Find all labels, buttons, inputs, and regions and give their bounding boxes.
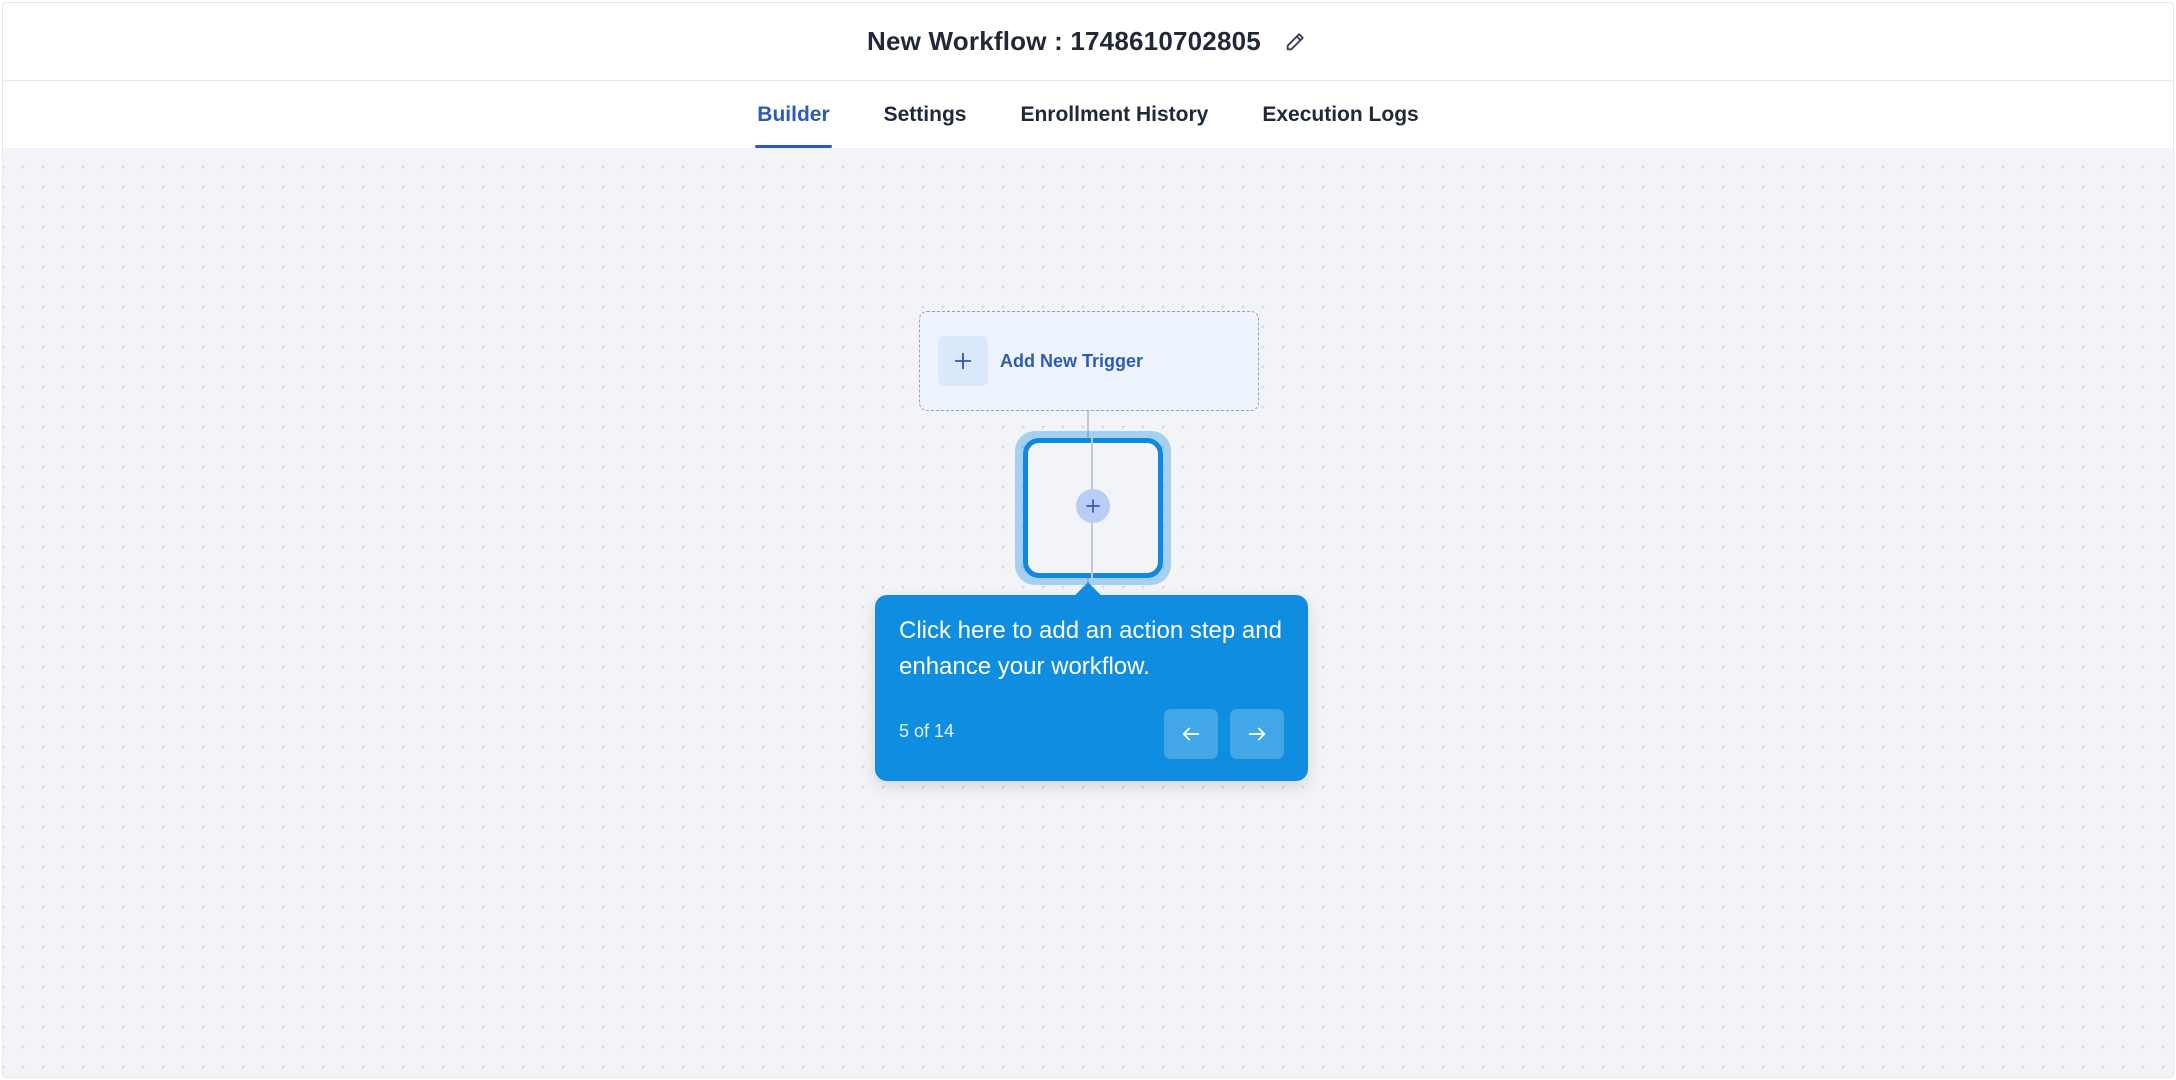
tooltip-arrow bbox=[1075, 582, 1101, 608]
tab-execution-logs[interactable]: Execution Logs bbox=[1260, 82, 1420, 148]
arrow-left-icon bbox=[1182, 727, 1200, 741]
title-bar: New Workflow : 1748610702805 bbox=[3, 3, 2173, 81]
pencil-icon[interactable] bbox=[1281, 28, 1309, 56]
tab-settings[interactable]: Settings bbox=[882, 82, 969, 148]
tab-builder-label: Builder bbox=[757, 103, 830, 126]
tour-step-counter: 5 of 14 bbox=[899, 721, 955, 741]
tab-enrollment-history-label: Enrollment History bbox=[1020, 103, 1209, 126]
tooltip-message: Click here to add an action step and enh… bbox=[899, 617, 1282, 680]
tour-navigation bbox=[1164, 709, 1284, 759]
tour-tooltip: Click here to add an action step and enh… bbox=[875, 582, 1308, 781]
tab-execution-logs-label: Execution Logs bbox=[1262, 103, 1419, 126]
action-step-highlight bbox=[1023, 438, 1163, 578]
plus-icon bbox=[938, 336, 988, 386]
tab-enrollment-history[interactable]: Enrollment History bbox=[1018, 82, 1210, 148]
add-trigger-card[interactable]: Add New Trigger bbox=[919, 311, 1259, 411]
tab-bar: Builder Settings Enrollment History Exec… bbox=[3, 82, 2173, 149]
workflow-builder-window: New Workflow : 1748610702805 Builder Set… bbox=[2, 2, 2174, 1078]
tour-next-button[interactable] bbox=[1230, 709, 1284, 759]
arrow-right-icon bbox=[1248, 727, 1266, 741]
tab-builder[interactable]: Builder bbox=[755, 82, 832, 148]
tour-prev-button[interactable] bbox=[1164, 709, 1218, 759]
add-trigger-label: Add New Trigger bbox=[1000, 350, 1144, 371]
add-action-button[interactable] bbox=[1076, 489, 1110, 523]
builder-canvas[interactable]: Add New Trigger Click here to add an act… bbox=[3, 149, 2173, 1077]
plus-icon bbox=[1086, 499, 1100, 513]
tab-settings-label: Settings bbox=[883, 103, 967, 126]
workflow-title: New Workflow : 1748610702805 bbox=[867, 26, 1261, 56]
